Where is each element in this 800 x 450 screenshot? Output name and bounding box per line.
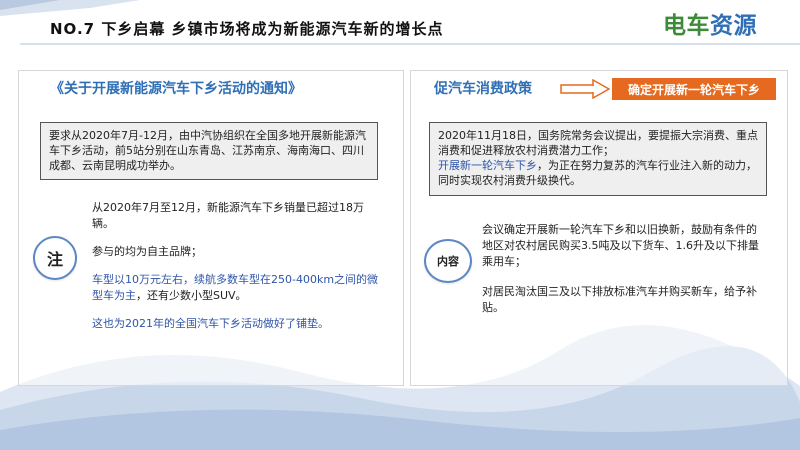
logo-text-a: 电车 xyxy=(663,13,710,39)
note-item-tail: ，还有少数小型SUV。 xyxy=(136,289,247,302)
note-item: 车型以10万元左右，续航多数车型在250-400km之间的微型车为主，还有少数小… xyxy=(92,272,382,304)
arrow-right-icon xyxy=(560,79,610,99)
note-badge-label: 注 xyxy=(46,250,63,269)
page-title: NO.7 下乡启幕 乡镇市场将成为新能源汽车新的增长点 xyxy=(50,20,444,38)
content-badge-label: 内容 xyxy=(437,255,459,268)
policy-summary-text: 2020年11月18日，国务院常务会议提出，要提振大宗消费、重点消费和促进释放农… xyxy=(438,129,758,157)
policy-highlight-tag: 确定开展新一轮汽车下乡 xyxy=(612,78,776,100)
content-item: 会议确定开展新一轮汽车下乡和以旧换新，鼓励有条件的地区对农村居民购买3.5吨及以… xyxy=(482,223,759,268)
note-list: 从2020年7月至12月，新能源汽车下乡销量已超过18万辆。 参与的均为自主品牌… xyxy=(92,200,382,344)
note-badge: 注 xyxy=(33,236,77,280)
notice-summary-box: 要求从2020年7月-12月，由中汽协组织在全国多地开展新能源汽车下乡活动，前5… xyxy=(40,122,378,180)
policy-summary-box: 2020年11月18日，国务院常务会议提出，要提振大宗消费、重点消费和促进释放农… xyxy=(429,122,767,196)
policy-summary-highlight: 开展新一轮汽车下乡 xyxy=(438,159,537,172)
content-list: 会议确定开展新一轮汽车下乡和以旧换新，鼓励有条件的地区对农村居民购买3.5吨及以… xyxy=(482,222,762,330)
policy-title: 促汽车消费政策 xyxy=(434,81,532,97)
logo-text-b: 资源 xyxy=(710,13,757,39)
note-item: 参与的均为自主品牌； xyxy=(92,245,202,258)
content-badge: 内容 xyxy=(424,239,472,283)
note-item: 这也为2021年的全国汽车下乡活动做好了铺垫。 xyxy=(92,317,329,330)
notice-title: 《关于开展新能源汽车下乡活动的通知》 xyxy=(50,81,302,97)
brand-logo: 电车资源 xyxy=(663,6,757,40)
content-item: 对居民淘汰国三及以下排放标准汽车并购买新车，给予补贴。 xyxy=(482,285,757,314)
note-item: 从2020年7月至12月，新能源汽车下乡销量已超过18万辆。 xyxy=(92,201,364,230)
